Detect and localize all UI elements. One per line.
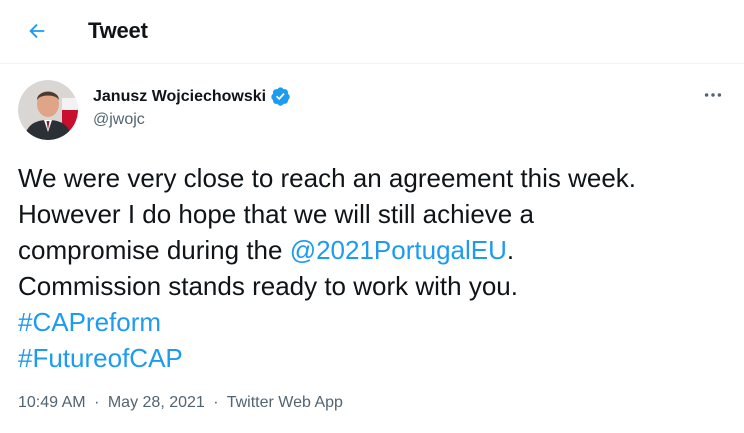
tweet-text-line: However I do hope that we will still ach… (18, 199, 534, 229)
tweet-source[interactable]: Twitter Web App (227, 394, 343, 411)
meta-separator: · (213, 394, 219, 411)
tweet-date[interactable]: May 28, 2021 (108, 394, 205, 411)
verified-badge-icon (271, 87, 290, 106)
page-title: Tweet (88, 18, 148, 43)
more-horizontal-icon (704, 93, 722, 97)
tweet-text: We were very close to reach an agreement… (18, 160, 728, 376)
hashtag-link[interactable]: #FutureofCAP (18, 343, 183, 373)
author-name[interactable]: Janusz Wojciechowski (93, 86, 291, 107)
tweet-text-fragment: compromise during the (18, 235, 290, 265)
arrow-left-icon (29, 23, 45, 39)
mention-link[interactable]: @2021PortugalEU (290, 235, 507, 265)
back-button[interactable] (18, 12, 56, 50)
tweet-text-line: We were very close to reach an agreement… (18, 163, 637, 193)
hashtag-link[interactable]: #CAPreform (18, 307, 161, 337)
tweet-text-line: compromise during the @2021PortugalEU. (18, 232, 728, 268)
meta-separator: · (94, 394, 100, 411)
avatar[interactable] (18, 80, 78, 140)
author-name-text: Janusz Wojciechowski (93, 87, 267, 105)
page-header: Tweet (0, 0, 744, 64)
author-handle[interactable]: @jwojc (93, 110, 145, 130)
profile-photo (18, 80, 78, 140)
more-options-button[interactable] (698, 80, 728, 110)
tweet-text-line: Commission stands ready to work with you… (18, 271, 518, 301)
tweet-text-fragment: . (506, 235, 515, 265)
tweet-meta: 10:49 AM · May 28, 2021 · Twitter Web Ap… (18, 393, 343, 413)
tweet-time[interactable]: 10:49 AM (18, 394, 86, 411)
